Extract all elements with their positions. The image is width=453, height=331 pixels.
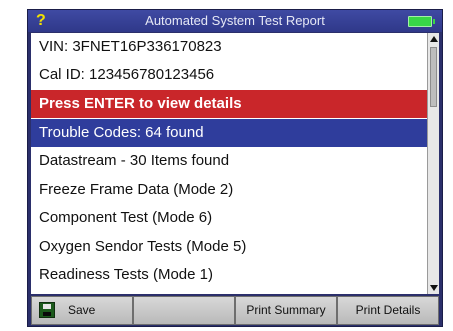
scroll-down-icon[interactable] — [430, 285, 438, 291]
list-item-trouble-codes[interactable]: Trouble Codes: 64 found — [31, 119, 427, 147]
list-item-readiness-tests[interactable]: Readiness Tests (Mode 1) — [31, 261, 427, 289]
cal-id-row[interactable]: Cal ID: 123456780123456 — [31, 61, 427, 89]
list-item-datastream[interactable]: Datastream - 30 Items found — [31, 147, 427, 175]
save-button-label: Save — [68, 303, 96, 317]
scroll-up-icon[interactable] — [430, 36, 438, 42]
scan-tool-screen: ? Automated System Test Report VIN: 3FNE… — [27, 9, 443, 327]
enter-instruction-banner: Press ENTER to view details — [31, 90, 427, 118]
help-icon[interactable]: ? — [36, 11, 46, 31]
scroll-thumb[interactable] — [430, 47, 437, 107]
battery-icon — [408, 16, 435, 27]
print-details-button[interactable]: Print Details — [337, 296, 439, 325]
softkey-bar: Save Print Summary Print Details — [31, 296, 439, 325]
vin-row[interactable]: VIN: 3FNET16P336170823 — [31, 33, 427, 61]
blank-softkey[interactable] — [133, 296, 235, 325]
list-item-oxygen-sensor-tests[interactable]: Oxygen Sendor Tests (Mode 5) — [31, 233, 427, 261]
title-bar: ? Automated System Test Report — [28, 10, 442, 32]
report-list: VIN: 3FNET16P336170823 Cal ID: 123456780… — [31, 33, 439, 294]
vertical-scrollbar[interactable] — [427, 33, 439, 294]
floppy-disk-icon — [39, 302, 55, 318]
list-item-freeze-frame[interactable]: Freeze Frame Data (Mode 2) — [31, 176, 427, 204]
save-button[interactable]: Save — [31, 296, 133, 325]
window-title: Automated System Test Report — [145, 13, 325, 28]
print-summary-button[interactable]: Print Summary — [235, 296, 337, 325]
list-item-component-test[interactable]: Component Test (Mode 6) — [31, 204, 427, 232]
